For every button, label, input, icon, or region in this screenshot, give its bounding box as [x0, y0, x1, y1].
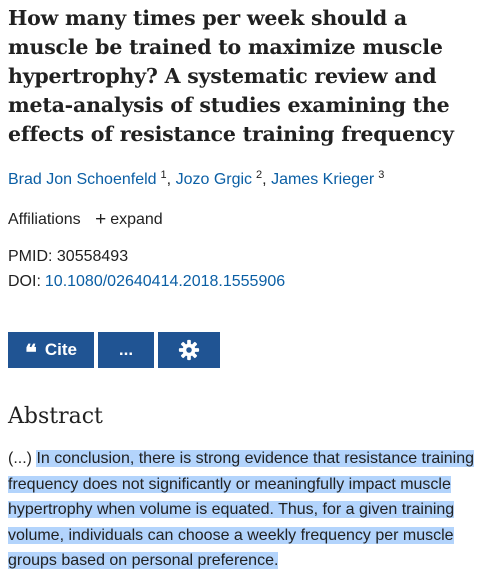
affiliations-label: Affiliations	[8, 211, 81, 228]
plus-icon: +	[95, 209, 107, 230]
cite-button[interactable]: ❝ Cite	[8, 332, 94, 368]
affiliations-row: Affiliations + expand	[8, 207, 163, 232]
abstract-text: (...) In conclusion, there is strong evi…	[8, 446, 496, 574]
pmid-value: 30558493	[56, 248, 129, 265]
article-title: How many times per week should a muscle …	[8, 6, 454, 146]
author-separator: ,	[262, 171, 267, 188]
abstract-heading: Abstract	[8, 404, 103, 429]
quote-icon: ❝	[25, 340, 37, 366]
cite-label: Cite	[44, 340, 77, 359]
abstract-prefix: (...)	[8, 450, 32, 467]
pmid-label: PMID:	[8, 248, 53, 265]
doi-label: DOI:	[8, 273, 41, 290]
article-page: How many times per week should a muscle …	[0, 0, 500, 579]
more-actions-button[interactable]: ...	[98, 332, 154, 368]
gear-icon	[178, 339, 200, 361]
abstract-highlighted-text: In conclusion, there is strong evidence …	[8, 450, 475, 569]
more-label: ...	[118, 340, 134, 359]
pmid-row: PMID: 30558493	[8, 245, 128, 269]
affiliations-expand-button[interactable]: + expand	[95, 209, 163, 230]
doi-row: DOI: 10.1080/02640414.2018.1555906	[8, 270, 285, 294]
author-affiliation-number[interactable]: 3	[378, 169, 384, 181]
doi-link[interactable]: 10.1080/02640414.2018.1555906	[45, 273, 285, 290]
author-list: Brad Jon Schoenfeld 1, Jozo Grgic 2, James…	[8, 168, 384, 193]
author-link-schoenfeld[interactable]: Brad Jon Schoenfeld	[8, 171, 157, 188]
author-affiliation-number[interactable]: 1	[161, 169, 167, 181]
author-link-grgic[interactable]: Jozo Grgic	[176, 171, 252, 188]
display-options-button[interactable]	[158, 332, 220, 368]
author-link-krieger[interactable]: James Krieger	[271, 171, 374, 188]
expand-label: expand	[110, 211, 163, 228]
author-separator: ,	[166, 171, 172, 188]
author-affiliation-number[interactable]: 2	[256, 169, 262, 181]
